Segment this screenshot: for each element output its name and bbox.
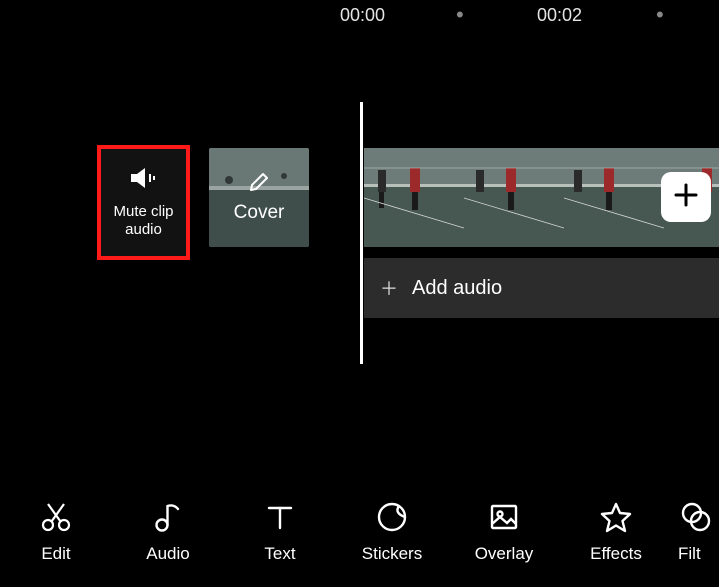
add-audio-label: Add audio [412, 277, 502, 300]
ruler-tick-dot: • [456, 2, 464, 28]
tool-filters[interactable]: Filt [672, 500, 719, 564]
tool-audio[interactable]: Audio [112, 500, 224, 564]
plus-icon: ＋ [380, 275, 398, 301]
tool-edit[interactable]: Edit [0, 500, 112, 564]
plus-icon [673, 182, 699, 213]
ruler-time-label: 00:02 [537, 5, 582, 26]
tool-text[interactable]: Text [224, 500, 336, 564]
tool-label: Audio [146, 544, 189, 564]
tool-label: Filt [678, 544, 701, 564]
sticker-icon [375, 500, 409, 534]
star-icon [599, 500, 633, 534]
playhead[interactable] [360, 102, 363, 364]
scissors-icon [39, 500, 73, 534]
image-icon [487, 500, 521, 534]
mute-clip-audio-button[interactable]: Mute clip audio [97, 145, 190, 260]
tool-stickers[interactable]: Stickers [336, 500, 448, 564]
tool-label: Edit [41, 544, 70, 564]
cover-label: Cover [234, 202, 285, 224]
pencil-icon [248, 171, 270, 198]
add-audio-button[interactable]: ＋ Add audio [364, 258, 719, 318]
mute-clip-audio-label: Mute clip audio [107, 203, 180, 239]
tool-label: Overlay [475, 544, 534, 564]
tool-overlay[interactable]: Overlay [448, 500, 560, 564]
ruler-tick-dot: • [656, 2, 664, 28]
speaker-icon [128, 166, 160, 195]
add-clip-button[interactable] [661, 172, 711, 222]
filters-icon [678, 500, 712, 534]
bottom-toolbar: Edit Audio Text Stickers [0, 477, 719, 587]
timeline-frame [464, 148, 564, 247]
text-icon [263, 500, 297, 534]
music-note-icon [151, 500, 185, 534]
tool-effects[interactable]: Effects [560, 500, 672, 564]
ruler-time-label: 00:00 [340, 5, 385, 26]
timeline-frame [364, 148, 464, 247]
timeline-frame [564, 148, 664, 247]
cover-button[interactable]: Cover [209, 148, 309, 247]
tool-label: Effects [590, 544, 642, 564]
tool-label: Text [264, 544, 295, 564]
timeline-ruler: 00:00 • 00:02 • [0, 0, 719, 30]
tool-label: Stickers [362, 544, 422, 564]
